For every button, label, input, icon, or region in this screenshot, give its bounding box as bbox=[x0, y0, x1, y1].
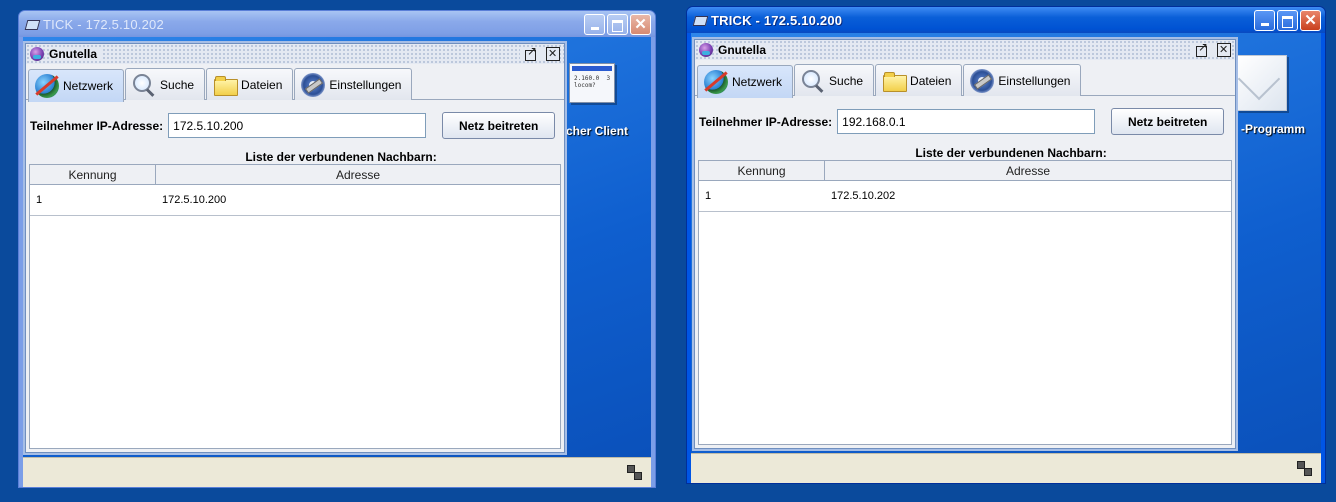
tab-label: Dateien bbox=[241, 77, 283, 92]
gnutella-titlebar[interactable]: Gnutella bbox=[26, 44, 564, 64]
tab-label: Suche bbox=[829, 73, 864, 88]
tab-netzwerk[interactable]: Netzwerk bbox=[697, 65, 794, 98]
trick-window-title: TRICK - 172.5.10.200 bbox=[711, 12, 843, 28]
tab-label: Einstellungen bbox=[329, 77, 402, 92]
cell-adresse: 172.5.10.200 bbox=[162, 194, 227, 206]
cell-kennung: 1 bbox=[36, 194, 43, 206]
magnifier-icon bbox=[801, 69, 825, 93]
tab-suche[interactable]: Suche bbox=[794, 64, 875, 96]
gnutella-titlebar[interactable]: Gnutella bbox=[695, 40, 1235, 60]
tab-label: Netzwerk bbox=[732, 75, 783, 89]
column-header-kennung[interactable]: Kennung bbox=[699, 161, 825, 180]
java-app-icon bbox=[693, 14, 707, 26]
undock-icon[interactable] bbox=[1195, 41, 1209, 57]
folder-icon bbox=[882, 69, 908, 93]
trick-gnutella-frame: Gnutella Netzwerk Suche Dateien Einstell… bbox=[694, 39, 1236, 449]
tick-gnutella-frame: Gnutella Netzwerk Suche Dateien Einstell… bbox=[25, 43, 565, 453]
trick-statusbar bbox=[691, 453, 1321, 483]
neighbor-table: Kennung Adresse 1 172.5.10.200 bbox=[29, 164, 561, 449]
tab-dateien[interactable]: Dateien bbox=[875, 64, 963, 96]
resize-grip-icon[interactable] bbox=[627, 465, 643, 481]
tab-bar: Netzwerk Suche Dateien Einstellungen bbox=[26, 64, 564, 102]
settings-icon bbox=[970, 68, 995, 93]
ip-form-row: Teilnehmer IP-Adresse: Netz beitreten bbox=[699, 108, 1231, 135]
gnutella-title: Gnutella bbox=[49, 47, 104, 61]
tab-label: Suche bbox=[160, 77, 195, 92]
tab-bar: Netzwerk Suche Dateien Einstellungen bbox=[695, 60, 1235, 98]
neighbor-list-caption: Liste der verbundenen Nachbarn: bbox=[915, 146, 1107, 160]
tab-einstellungen[interactable]: Einstellungen bbox=[294, 68, 413, 100]
ip-field-label: Teilnehmer IP-Adresse: bbox=[699, 114, 833, 129]
gnutella-logo-icon bbox=[30, 47, 44, 61]
java-app-icon bbox=[25, 18, 39, 30]
table-row[interactable]: 1 172.5.10.202 bbox=[699, 181, 1231, 212]
ip-field-label: Teilnehmer IP-Adresse: bbox=[30, 118, 164, 133]
column-header-adresse[interactable]: Adresse bbox=[156, 165, 560, 184]
globe-icon bbox=[704, 70, 728, 94]
tab-label: Netzwerk bbox=[63, 79, 114, 93]
maximize-button[interactable] bbox=[1277, 10, 1298, 31]
join-network-button[interactable]: Netz beitreten bbox=[442, 112, 556, 139]
cell-adresse: 172.5.10.202 bbox=[831, 190, 896, 202]
minimize-button[interactable] bbox=[1254, 10, 1275, 31]
terminal-icon-screen-text: 2.160.0 3 locom? bbox=[574, 75, 611, 89]
trick-titlebar[interactable]: TRICK - 172.5.10.200 ✕ bbox=[687, 7, 1325, 33]
tick-titlebar[interactable]: TICK - 172.5.10.202 ✕ bbox=[19, 11, 655, 37]
mail-program-icon[interactable] bbox=[1237, 55, 1287, 111]
tick-window-title: TICK - 172.5.10.202 bbox=[43, 16, 164, 32]
terminal-icon[interactable]: 2.160.0 3 locom? bbox=[569, 63, 615, 103]
tab-suche[interactable]: Suche bbox=[125, 68, 206, 100]
settings-icon bbox=[301, 72, 326, 97]
neighbor-list-caption: Liste der verbundenen Nachbarn: bbox=[245, 150, 437, 164]
close-icon[interactable] bbox=[1217, 43, 1231, 57]
column-header-adresse[interactable]: Adresse bbox=[825, 161, 1231, 180]
maximize-button[interactable] bbox=[607, 14, 628, 35]
magnifier-icon bbox=[132, 73, 156, 97]
folder-icon bbox=[213, 73, 239, 97]
table-row[interactable]: 1 172.5.10.200 bbox=[30, 185, 560, 216]
cell-kennung: 1 bbox=[705, 190, 712, 202]
gnutella-logo-icon bbox=[699, 43, 713, 57]
desktop-icon-label[interactable]: cher Client bbox=[566, 124, 628, 138]
close-button[interactable]: ✕ bbox=[1300, 10, 1321, 31]
globe-icon bbox=[35, 74, 59, 98]
ip-address-input[interactable] bbox=[837, 109, 1096, 134]
table-header: Kennung Adresse bbox=[699, 161, 1231, 181]
tab-dateien[interactable]: Dateien bbox=[206, 68, 294, 100]
table-header: Kennung Adresse bbox=[30, 165, 560, 185]
column-header-kennung[interactable]: Kennung bbox=[30, 165, 156, 184]
tab-label: Einstellungen bbox=[998, 73, 1071, 88]
tab-netzwerk[interactable]: Netzwerk bbox=[28, 69, 125, 102]
close-button[interactable]: ✕ bbox=[630, 14, 651, 35]
tick-statusbar bbox=[23, 457, 651, 487]
minimize-button[interactable] bbox=[584, 14, 605, 35]
undock-icon[interactable] bbox=[524, 45, 538, 61]
desktop-icon-label[interactable]: -Programm bbox=[1241, 122, 1305, 136]
tab-label: Dateien bbox=[910, 73, 952, 88]
ip-form-row: Teilnehmer IP-Adresse: Netz beitreten bbox=[30, 112, 560, 139]
ip-address-input[interactable] bbox=[168, 113, 427, 138]
tab-einstellungen[interactable]: Einstellungen bbox=[963, 64, 1082, 96]
neighbor-table: Kennung Adresse 1 172.5.10.202 bbox=[698, 160, 1232, 445]
join-network-button[interactable]: Netz beitreten bbox=[1111, 108, 1225, 135]
gnutella-title: Gnutella bbox=[718, 43, 773, 57]
close-icon[interactable] bbox=[546, 47, 560, 61]
resize-grip-icon[interactable] bbox=[1297, 461, 1313, 477]
